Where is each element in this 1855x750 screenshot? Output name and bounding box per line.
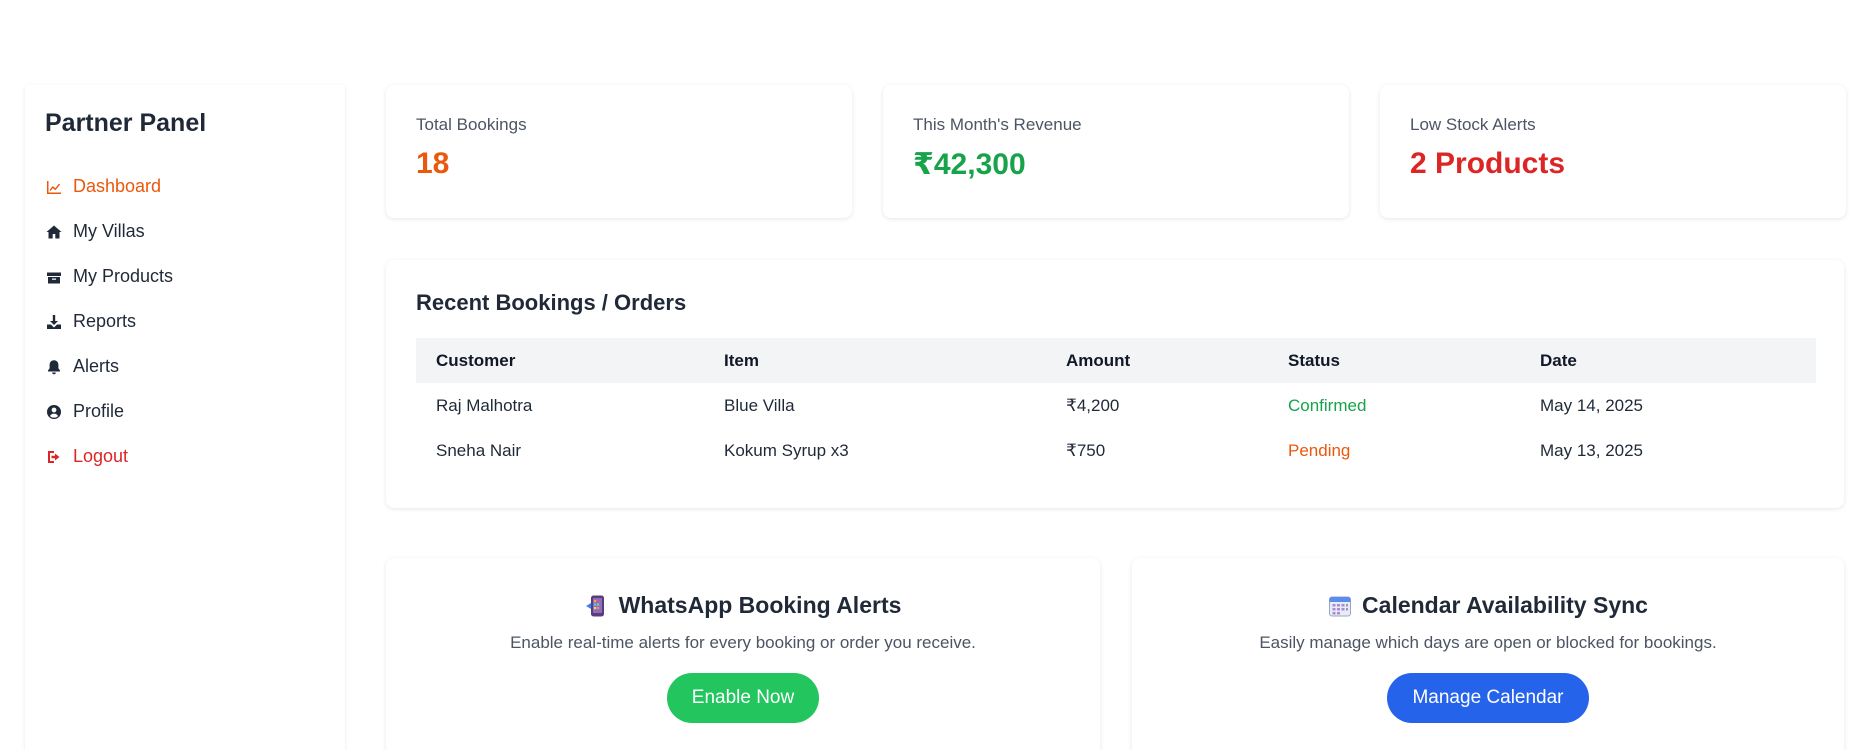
sidebar: Partner Panel Dashboard My Villas My Pro… xyxy=(25,85,345,750)
cell-item: Blue Villa xyxy=(724,395,795,415)
column-header: Status xyxy=(1288,350,1340,370)
enable-now-button[interactable]: Enable Now xyxy=(666,673,820,723)
status-badge: Pending xyxy=(1288,440,1351,460)
sidebar-item-reports[interactable]: Reports xyxy=(45,299,325,344)
dashboard-page: Partner Panel Dashboard My Villas My Pro… xyxy=(0,0,1855,750)
bell-icon xyxy=(45,358,63,376)
cell-item: Kokum Syrup x3 xyxy=(724,440,849,460)
recent-bookings-card: Recent Bookings / Orders Customer Item A… xyxy=(386,260,1844,508)
sidebar-item-dashboard[interactable]: Dashboard xyxy=(45,164,325,209)
feature-title-text: Calendar Availability Sync xyxy=(1362,592,1648,618)
stat-card-total-bookings: Total Bookings 18 xyxy=(386,85,852,218)
feature-title-text: WhatsApp Booking Alerts xyxy=(618,592,902,618)
manage-calendar-button[interactable]: Manage Calendar xyxy=(1387,673,1589,723)
stat-value: 18 xyxy=(416,147,450,180)
stat-label: Low Stock Alerts xyxy=(1410,115,1536,134)
sidebar-item-my-products[interactable]: My Products xyxy=(45,254,325,299)
sidebar-title: Partner Panel xyxy=(45,109,207,137)
chart-line-icon xyxy=(45,178,63,196)
logout-icon xyxy=(45,448,63,466)
cell-date: May 14, 2025 xyxy=(1540,395,1644,415)
column-header: Customer xyxy=(436,350,516,370)
status-badge: Confirmed xyxy=(1288,395,1367,415)
cell-date: May 13, 2025 xyxy=(1540,440,1644,460)
whatsapp-alerts-card: WhatsApp Booking Alerts Enable real-time… xyxy=(386,558,1100,750)
column-header: Amount xyxy=(1066,350,1131,370)
feature-description: Easily manage which days are open or blo… xyxy=(1259,633,1717,652)
cell-amount: ₹750 xyxy=(1066,440,1106,460)
feature-title: WhatsApp Booking Alerts xyxy=(386,592,1100,619)
cell-customer: Raj Malhotra xyxy=(436,395,533,415)
sidebar-item-label: Profile xyxy=(73,401,125,421)
stat-label: This Month's Revenue xyxy=(913,115,1082,134)
column-header: Item xyxy=(724,350,759,370)
stat-value: 2 Products xyxy=(1410,147,1566,180)
cell-amount: ₹4,200 xyxy=(1066,395,1120,415)
table-row[interactable]: Sneha Nair Kokum Syrup x3 ₹750 Pending M… xyxy=(416,428,1816,473)
section-title: Recent Bookings / Orders xyxy=(416,290,687,315)
sidebar-item-label: Reports xyxy=(73,311,137,331)
sidebar-item-my-villas[interactable]: My Villas xyxy=(45,209,325,254)
download-icon xyxy=(45,313,63,331)
user-circle-icon xyxy=(45,403,63,421)
calendar-icon xyxy=(1328,594,1352,618)
bookings-table: Customer Item Amount Status Date Raj Mal… xyxy=(416,338,1816,473)
table-header-row: Customer Item Amount Status Date xyxy=(416,338,1816,383)
sidebar-item-label: Logout xyxy=(73,446,129,466)
table-row[interactable]: Raj Malhotra Blue Villa ₹4,200 Confirmed… xyxy=(416,383,1816,428)
phone-icon xyxy=(585,594,609,618)
sidebar-item-label: Dashboard xyxy=(73,176,162,196)
cell-customer: Sneha Nair xyxy=(436,440,522,460)
feature-title: Calendar Availability Sync xyxy=(1132,592,1844,619)
column-header: Date xyxy=(1540,350,1577,370)
feature-description: Enable real-time alerts for every bookin… xyxy=(510,633,976,652)
stat-value: ₹42,300 xyxy=(913,148,1026,181)
sidebar-item-label: My Products xyxy=(73,266,174,286)
sidebar-item-label: My Villas xyxy=(73,221,145,241)
sidebar-item-label: Alerts xyxy=(73,356,120,376)
sidebar-item-profile[interactable]: Profile xyxy=(45,389,325,434)
home-icon xyxy=(45,223,63,241)
stat-label: Total Bookings xyxy=(416,115,527,134)
box-icon xyxy=(45,268,63,286)
stat-card-revenue: This Month's Revenue ₹42,300 xyxy=(883,85,1349,218)
sidebar-item-logout[interactable]: Logout xyxy=(45,434,325,479)
stat-card-low-stock: Low Stock Alerts 2 Products xyxy=(1380,85,1846,218)
calendar-sync-card: Calendar Availability Sync Easily manage… xyxy=(1132,558,1844,750)
sidebar-item-alerts[interactable]: Alerts xyxy=(45,344,325,389)
